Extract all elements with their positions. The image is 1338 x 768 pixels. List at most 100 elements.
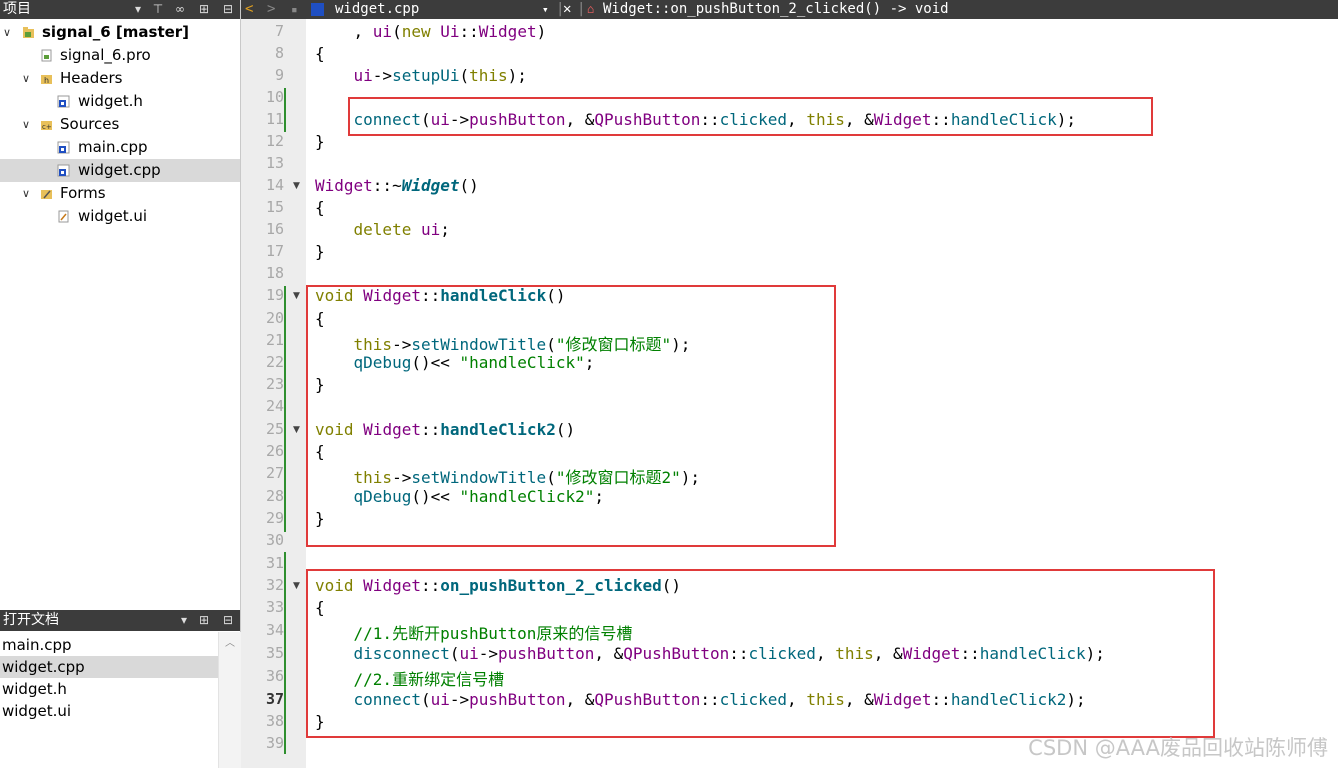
- tree-item-forms[interactable]: ∨ Forms: [0, 182, 240, 205]
- tree-item-sources[interactable]: ∨ c+ Sources: [0, 113, 240, 136]
- line-number: 32: [265, 576, 284, 594]
- open-doc-item[interactable]: main.cpp: [0, 634, 218, 656]
- line-number: 8: [274, 44, 284, 62]
- code-line-14: Widget::~Widget(): [315, 176, 479, 195]
- back-arrow-icon[interactable]: <: [245, 0, 253, 19]
- line-number: 30: [265, 531, 284, 549]
- fold-marker-icon[interactable]: ▼: [293, 581, 300, 591]
- close-editor-icon[interactable]: ✕: [563, 0, 571, 19]
- open-doc-item[interactable]: widget.cpp: [0, 656, 218, 678]
- tree-item-project[interactable]: ∨ signal_6 [master]: [0, 21, 240, 44]
- line-number: 21: [265, 331, 284, 349]
- tree-item-label: signal_6.pro: [60, 46, 151, 64]
- filter-icon[interactable]: ⊤: [150, 1, 166, 18]
- line-number: 25: [265, 420, 284, 438]
- highlight-box-slot: [306, 569, 1215, 738]
- editor-file-name[interactable]: widget.cpp: [335, 0, 419, 19]
- tree-item-label: main.cpp: [78, 138, 148, 156]
- tree-item-label: widget.h: [78, 92, 143, 110]
- line-number: 29: [265, 509, 284, 527]
- change-marker: [284, 286, 286, 532]
- tree-item-widget-ui[interactable]: widget.ui: [0, 205, 240, 228]
- open-doc-item[interactable]: widget.h: [0, 678, 218, 700]
- expand-arrow-icon[interactable]: ∨: [20, 67, 32, 90]
- editor-toolbar: < > ▪ widget.cpp ▾ | ✕ | ⌂ Widget::on_pu…: [241, 0, 1338, 19]
- project-panel-header: 项目 ▾ ⊤ ∞ ⊞ ⊟: [0, 0, 240, 19]
- left-sidebar: 项目 ▾ ⊤ ∞ ⊞ ⊟ ∨ signal_6 [master] signal_…: [0, 0, 241, 768]
- close-panel-icon[interactable]: ⊟: [220, 612, 236, 629]
- line-number: 36: [265, 667, 284, 685]
- cpp-file-icon: [57, 164, 70, 177]
- line-number: 14: [265, 176, 284, 194]
- forms-folder-icon: [41, 190, 52, 199]
- code-line-16: delete ui;: [353, 220, 450, 239]
- file-dropdown-icon[interactable]: ▾: [542, 0, 549, 19]
- method-icon: ⌂: [587, 2, 595, 16]
- code-line-9: ui->setupUi(this);: [353, 66, 527, 85]
- code-line-8: {: [315, 44, 325, 63]
- highlight-box-handlers: [306, 285, 836, 547]
- expand-arrow-icon[interactable]: ∨: [1, 21, 13, 44]
- watermark: CSDN @AAA废品回收站陈师傅: [1028, 736, 1328, 760]
- tree-item-main-cpp[interactable]: main.cpp: [0, 136, 240, 159]
- open-docs-header: 打开文档 ▾ ⊞ ⊟: [0, 610, 240, 631]
- svg-text:h: h: [44, 76, 49, 85]
- fold-marker-icon[interactable]: ▼: [293, 425, 300, 435]
- line-number: 20: [265, 309, 284, 327]
- line-number: 7: [274, 22, 284, 40]
- line-number: 26: [265, 442, 284, 460]
- tree-item-headers[interactable]: ∨ h Headers: [0, 67, 240, 90]
- headers-folder-icon: h: [41, 75, 52, 85]
- line-number-current: 37: [265, 690, 284, 708]
- line-number: 13: [265, 154, 284, 172]
- line-number: 34: [265, 621, 284, 639]
- scroll-up-icon[interactable]: ︿: [225, 634, 235, 649]
- cpp-file-icon: [311, 3, 324, 16]
- ui-file-icon: [58, 210, 69, 223]
- close-panel-icon[interactable]: ⊟: [220, 1, 236, 18]
- forward-arrow-icon[interactable]: >: [267, 0, 275, 19]
- line-number: 38: [265, 712, 284, 730]
- sources-folder-icon: c+: [41, 121, 52, 131]
- open-docs-list: main.cpp widget.cpp widget.h widget.ui: [0, 632, 240, 768]
- code-line-17: }: [315, 242, 325, 261]
- line-number: 17: [265, 242, 284, 260]
- expand-arrow-icon[interactable]: ∨: [20, 182, 32, 205]
- editor-symbol[interactable]: Widget::on_pushButton_2_clicked() -> voi…: [603, 0, 949, 19]
- tree-item-label: widget.cpp: [78, 161, 161, 179]
- highlight-box-connect: [348, 97, 1153, 136]
- tree-item-label: widget.ui: [78, 207, 148, 225]
- line-number: 23: [265, 375, 284, 393]
- code-line-15: {: [315, 198, 325, 217]
- combo-arrow-icon[interactable]: ▾: [130, 1, 146, 18]
- lock-icon: ▪: [291, 3, 298, 16]
- fold-marker-icon[interactable]: ▼: [293, 291, 300, 301]
- tree-item-label: signal_6 [master]: [42, 23, 190, 41]
- expand-arrow-icon[interactable]: ∨: [20, 113, 32, 136]
- split-icon[interactable]: ⊞: [196, 612, 212, 629]
- line-number: 33: [265, 598, 284, 616]
- tree-item-widget-h[interactable]: widget.h: [0, 90, 240, 113]
- line-number: 15: [265, 198, 284, 216]
- tree-item-widget-cpp[interactable]: widget.cpp: [0, 159, 240, 182]
- tree-item-pro-file[interactable]: signal_6.pro: [0, 44, 240, 67]
- tree-item-label: Headers: [60, 69, 123, 87]
- combo-arrow-icon[interactable]: ▾: [176, 612, 192, 629]
- project-panel-title: 项目: [3, 1, 31, 17]
- fold-marker-icon[interactable]: ▼: [293, 181, 300, 191]
- open-doc-item[interactable]: widget.ui: [0, 700, 218, 722]
- line-number-gutter: 7 8 9 10 11 12 13 14 15 16 17 18 19 20 2…: [241, 19, 306, 768]
- open-docs-scrollbar[interactable]: ︿: [218, 632, 241, 768]
- project-icon: [23, 27, 34, 38]
- line-number: 16: [265, 220, 284, 238]
- svg-text:c+: c+: [42, 123, 52, 131]
- change-marker: [284, 552, 286, 754]
- change-marker: [284, 88, 286, 132]
- separator: |: [577, 1, 586, 17]
- header-file-icon: [57, 95, 70, 108]
- line-number: 10: [265, 88, 284, 106]
- line-number: 18: [265, 264, 284, 282]
- link-icon[interactable]: ∞: [172, 1, 188, 18]
- line-number: 22: [265, 353, 284, 371]
- split-icon[interactable]: ⊞: [196, 1, 212, 18]
